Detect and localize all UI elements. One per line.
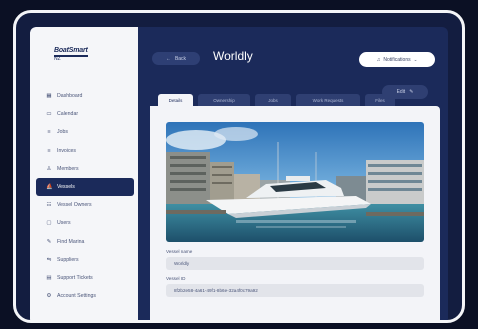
notifications-label: Notifications: [383, 56, 411, 63]
sidebar-nav: ▦ Dashboard ▭ Calendar ≡ Jobs ≡ Invoices ♙ Member…: [36, 87, 134, 305]
sidebar-item-label: Account Settings: [57, 293, 96, 300]
app-screen: BoatSmart NZ ▦ Dashboard ▭ Calendar ≡ Jobs ≡ In…: [30, 27, 448, 320]
tab-label: Ownership: [213, 97, 235, 103]
sidebar-item-suppliers[interactable]: ⇋ Suppliers: [36, 251, 134, 269]
details-panel: Vessel name Worldly Vessel ID 8f2b2e58-4…: [150, 106, 440, 320]
app-logo[interactable]: BoatSmart NZ: [54, 47, 94, 62]
back-label: Back: [174, 55, 187, 62]
sidebar-item-label: Vessels: [57, 184, 75, 191]
sidebar-item-dashboard[interactable]: ▦ Dashboard: [36, 87, 134, 105]
list-icon: ≡: [47, 129, 51, 136]
sidebar-item-label: Jobs: [57, 129, 68, 136]
people-icon: ☷: [46, 202, 52, 209]
vessel-name-value: Worldly: [174, 261, 190, 266]
back-button[interactable]: ← Back: [152, 52, 200, 65]
sidebar-item-label: Calendar: [57, 111, 79, 118]
tab-label: Files: [375, 97, 385, 103]
sidebar-item-label: Suppliers: [57, 256, 79, 263]
vessel-photo-image: [166, 122, 424, 242]
vessel-id-value: 8f2b2e58-4a61-49f1-8b6e-32a4f0c79a92: [174, 288, 258, 293]
tab-ownership[interactable]: Ownership: [198, 94, 250, 106]
calendar-icon: ▭: [46, 111, 52, 118]
chevron-down-icon: ⌄: [413, 56, 418, 62]
sidebar-item-invoices[interactable]: ≡ Invoices: [36, 142, 134, 160]
tab-label: Jobs: [268, 97, 278, 103]
edit-button[interactable]: Edit ✎: [382, 85, 428, 99]
sidebar-item-label: Members: [57, 165, 79, 172]
gear-icon: ⚙: [46, 293, 52, 300]
boat-icon: ⛵: [46, 184, 53, 191]
ticket-icon: ▤: [46, 274, 52, 281]
logo-sub-text: NZ: [54, 56, 61, 62]
sidebar-item-find-marina[interactable]: ✎ Find Marina: [36, 233, 134, 251]
pencil-icon: ✎: [409, 89, 414, 95]
page-title: Worldly: [213, 49, 253, 63]
sidebar-item-support-tickets[interactable]: ▤ Support Tickets: [36, 269, 134, 287]
sidebar-item-label: Find Marina: [57, 238, 85, 245]
list-icon: ≡: [47, 147, 51, 154]
sidebar-item-label: Vessel Owners: [57, 202, 92, 209]
tab-label: Work Requests: [312, 97, 344, 103]
vessel-id-label: Vessel ID: [166, 276, 186, 281]
user-icon: ▢: [46, 220, 52, 227]
arrow-left-icon: ←: [165, 55, 171, 62]
sidebar-item-account-settings[interactable]: ⚙ Account Settings: [36, 287, 134, 305]
sidebar-item-calendar[interactable]: ▭ Calendar: [36, 105, 134, 123]
notifications-button[interactable]: ♫ Notifications ⌄: [359, 52, 435, 67]
edit-label: Edit: [396, 89, 406, 95]
vessel-id-field[interactable]: 8f2b2e58-4a61-49f1-8b6e-32a4f0c79a92: [166, 284, 424, 297]
sidebar-item-jobs[interactable]: ≡ Jobs: [36, 123, 134, 141]
sidebar-item-label: Invoices: [57, 147, 77, 154]
vessel-name-label: Vessel name: [166, 249, 193, 254]
sidebar: BoatSmart NZ ▦ Dashboard ▭ Calendar ≡ Jobs ≡ In…: [30, 27, 138, 320]
sidebar-item-users[interactable]: ▢ Users: [36, 214, 134, 232]
tab-label: Details: [168, 97, 183, 103]
person-icon: ♙: [46, 165, 52, 172]
vessel-photo: [166, 122, 424, 242]
sidebar-item-label: Support Tickets: [57, 274, 93, 281]
sidebar-item-vessel-owners[interactable]: ☷ Vessel Owners: [36, 196, 134, 214]
truck-icon: ⇋: [46, 256, 52, 263]
pin-icon: ✎: [46, 238, 52, 245]
tablet-frame: BoatSmart NZ ▦ Dashboard ▭ Calendar ≡ Jobs ≡ In…: [13, 10, 465, 323]
tab-details[interactable]: Details: [158, 94, 193, 106]
sidebar-item-vessels[interactable]: ⛵ Vessels: [36, 177, 134, 197]
logo-main-text: BoatSmart: [54, 47, 88, 54]
sidebar-item-members[interactable]: ♙ Members: [36, 160, 134, 178]
tab-jobs[interactable]: Jobs: [255, 94, 291, 106]
sidebar-item-label: Users: [57, 220, 71, 227]
tab-work-requests[interactable]: Work Requests: [296, 94, 360, 106]
bell-icon: ♫: [376, 56, 381, 63]
grid-icon: ▦: [46, 93, 52, 100]
vessel-name-field[interactable]: Worldly: [166, 257, 424, 270]
sidebar-item-label: Dashboard: [57, 93, 83, 100]
